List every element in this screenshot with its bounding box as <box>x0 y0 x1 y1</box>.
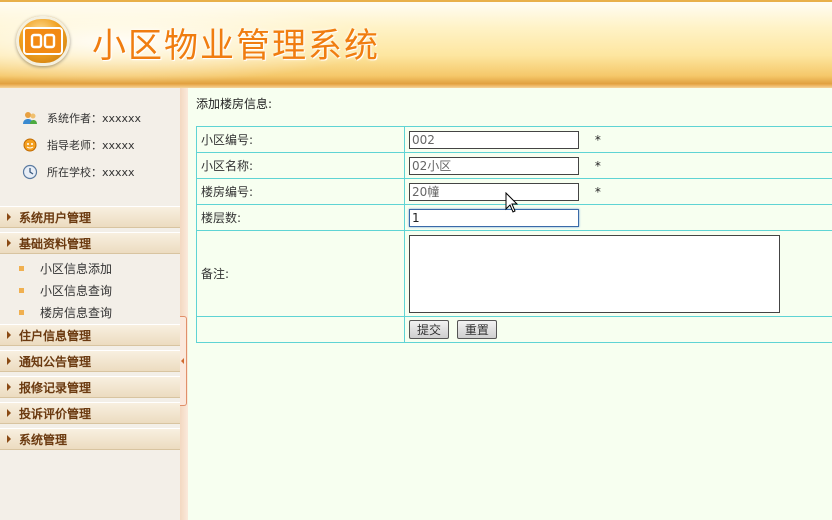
empty-cell <box>196 316 405 343</box>
submenu-community-add[interactable]: 小区信息添加 <box>0 257 180 279</box>
menu-repair[interactable]: 报修记录管理 <box>0 376 180 398</box>
menu-label: 系统管理 <box>19 432 68 447</box>
form-row: 小区名称: * <box>196 152 832 179</box>
form-cell <box>404 204 832 231</box>
form-cell: 提交 重置 <box>404 316 832 343</box>
app-title: 小区物业管理系统 <box>92 26 380 66</box>
menu-arrow-icon <box>7 435 11 443</box>
required-mark: * <box>594 185 601 199</box>
community-name-label: 小区名称: <box>196 152 405 179</box>
menu-system-users[interactable]: 系统用户管理 <box>0 206 180 228</box>
school-label: 所在学校：xxxxx <box>47 166 135 179</box>
menu-complaint[interactable]: 投诉评价管理 <box>0 402 180 424</box>
main-content: 添加楼房信息: 小区编号: * 小区名称: * 楼房编号: * 楼层数: <box>188 88 832 520</box>
page-title: 添加楼房信息: <box>196 97 273 111</box>
building-form: 小区编号: * 小区名称: * 楼房编号: * 楼层数: <box>196 126 832 343</box>
required-mark: * <box>594 132 601 147</box>
mouse-cursor-icon <box>505 192 519 213</box>
menu-notice[interactable]: 通知公告管理 <box>0 350 180 372</box>
form-cell: * <box>404 152 832 179</box>
sidebar-splitter <box>180 88 188 520</box>
floor-count-input[interactable] <box>409 208 579 227</box>
clock-icon <box>22 164 38 180</box>
logo-glyph-icon <box>30 33 56 49</box>
teacher-icon <box>22 137 38 153</box>
bullet-icon <box>19 309 24 315</box>
building-id-input[interactable] <box>409 182 579 201</box>
bullet-icon <box>19 287 24 293</box>
menu-basic-data[interactable]: 基础资料管理 <box>0 232 180 254</box>
collapse-arrow-icon <box>181 358 184 364</box>
menu-label: 基础资料管理 <box>19 236 92 251</box>
form-row: 备注: <box>196 230 832 317</box>
community-id-label: 小区编号: <box>196 126 405 153</box>
menu-system[interactable]: 系统管理 <box>0 428 180 450</box>
menu-resident-info[interactable]: 住户信息管理 <box>0 324 180 346</box>
users-icon <box>22 110 38 126</box>
author-info: 系统作者：xxxxxx <box>22 108 141 128</box>
submenu-community-query[interactable]: 小区信息查询 <box>0 279 180 301</box>
logo-core <box>23 27 63 55</box>
teacher-info: 指导老师：xxxxx <box>22 135 135 155</box>
menu-arrow-icon <box>7 239 11 247</box>
submenu-label: 小区信息添加 <box>40 261 113 276</box>
floor-count-label: 楼层数: <box>196 204 405 231</box>
submenu-building-query[interactable]: 楼房信息查询 <box>0 301 180 323</box>
form-row: 提交 重置 <box>196 316 832 343</box>
form-cell <box>404 230 832 317</box>
submenu-label: 小区信息查询 <box>40 283 113 298</box>
app-logo-icon <box>16 16 70 66</box>
menu-arrow-icon <box>7 383 11 391</box>
teacher-label: 指导老师：xxxxx <box>47 139 135 152</box>
form-row: 小区编号: * <box>196 126 832 153</box>
menu-arrow-icon <box>7 213 11 221</box>
menu-label: 投诉评价管理 <box>19 406 92 421</box>
community-name-input[interactable] <box>409 156 579 175</box>
submenu-label: 楼房信息查询 <box>40 305 113 320</box>
form-cell: * <box>404 178 832 205</box>
reset-button[interactable]: 重置 <box>456 320 497 339</box>
required-mark: * <box>594 159 601 173</box>
menu-arrow-icon <box>7 409 11 417</box>
menu-label: 报修记录管理 <box>19 380 92 395</box>
menu-arrow-icon <box>7 357 11 365</box>
remarks-label: 备注: <box>196 230 405 317</box>
remarks-textarea[interactable] <box>409 235 780 313</box>
menu-label: 系统用户管理 <box>19 210 92 225</box>
submit-button[interactable]: 提交 <box>409 320 450 339</box>
community-id-input[interactable] <box>409 130 579 149</box>
bullet-icon <box>19 265 24 271</box>
collapse-sidebar-handle[interactable] <box>180 316 187 406</box>
menu-arrow-icon <box>7 331 11 339</box>
app-header: 小区物业管理系统 <box>0 0 832 84</box>
menu-label: 通知公告管理 <box>19 354 92 369</box>
author-label: 系统作者：xxxxxx <box>47 112 142 125</box>
menu-label: 住户信息管理 <box>19 328 92 343</box>
form-cell: * <box>404 126 832 153</box>
building-id-label: 楼房编号: <box>196 178 405 205</box>
school-info: 所在学校：xxxxx <box>22 162 135 182</box>
sidebar: 系统作者：xxxxxx 指导老师：xxxxx 所在学校：xxxxx 系统用户管理… <box>0 88 180 520</box>
